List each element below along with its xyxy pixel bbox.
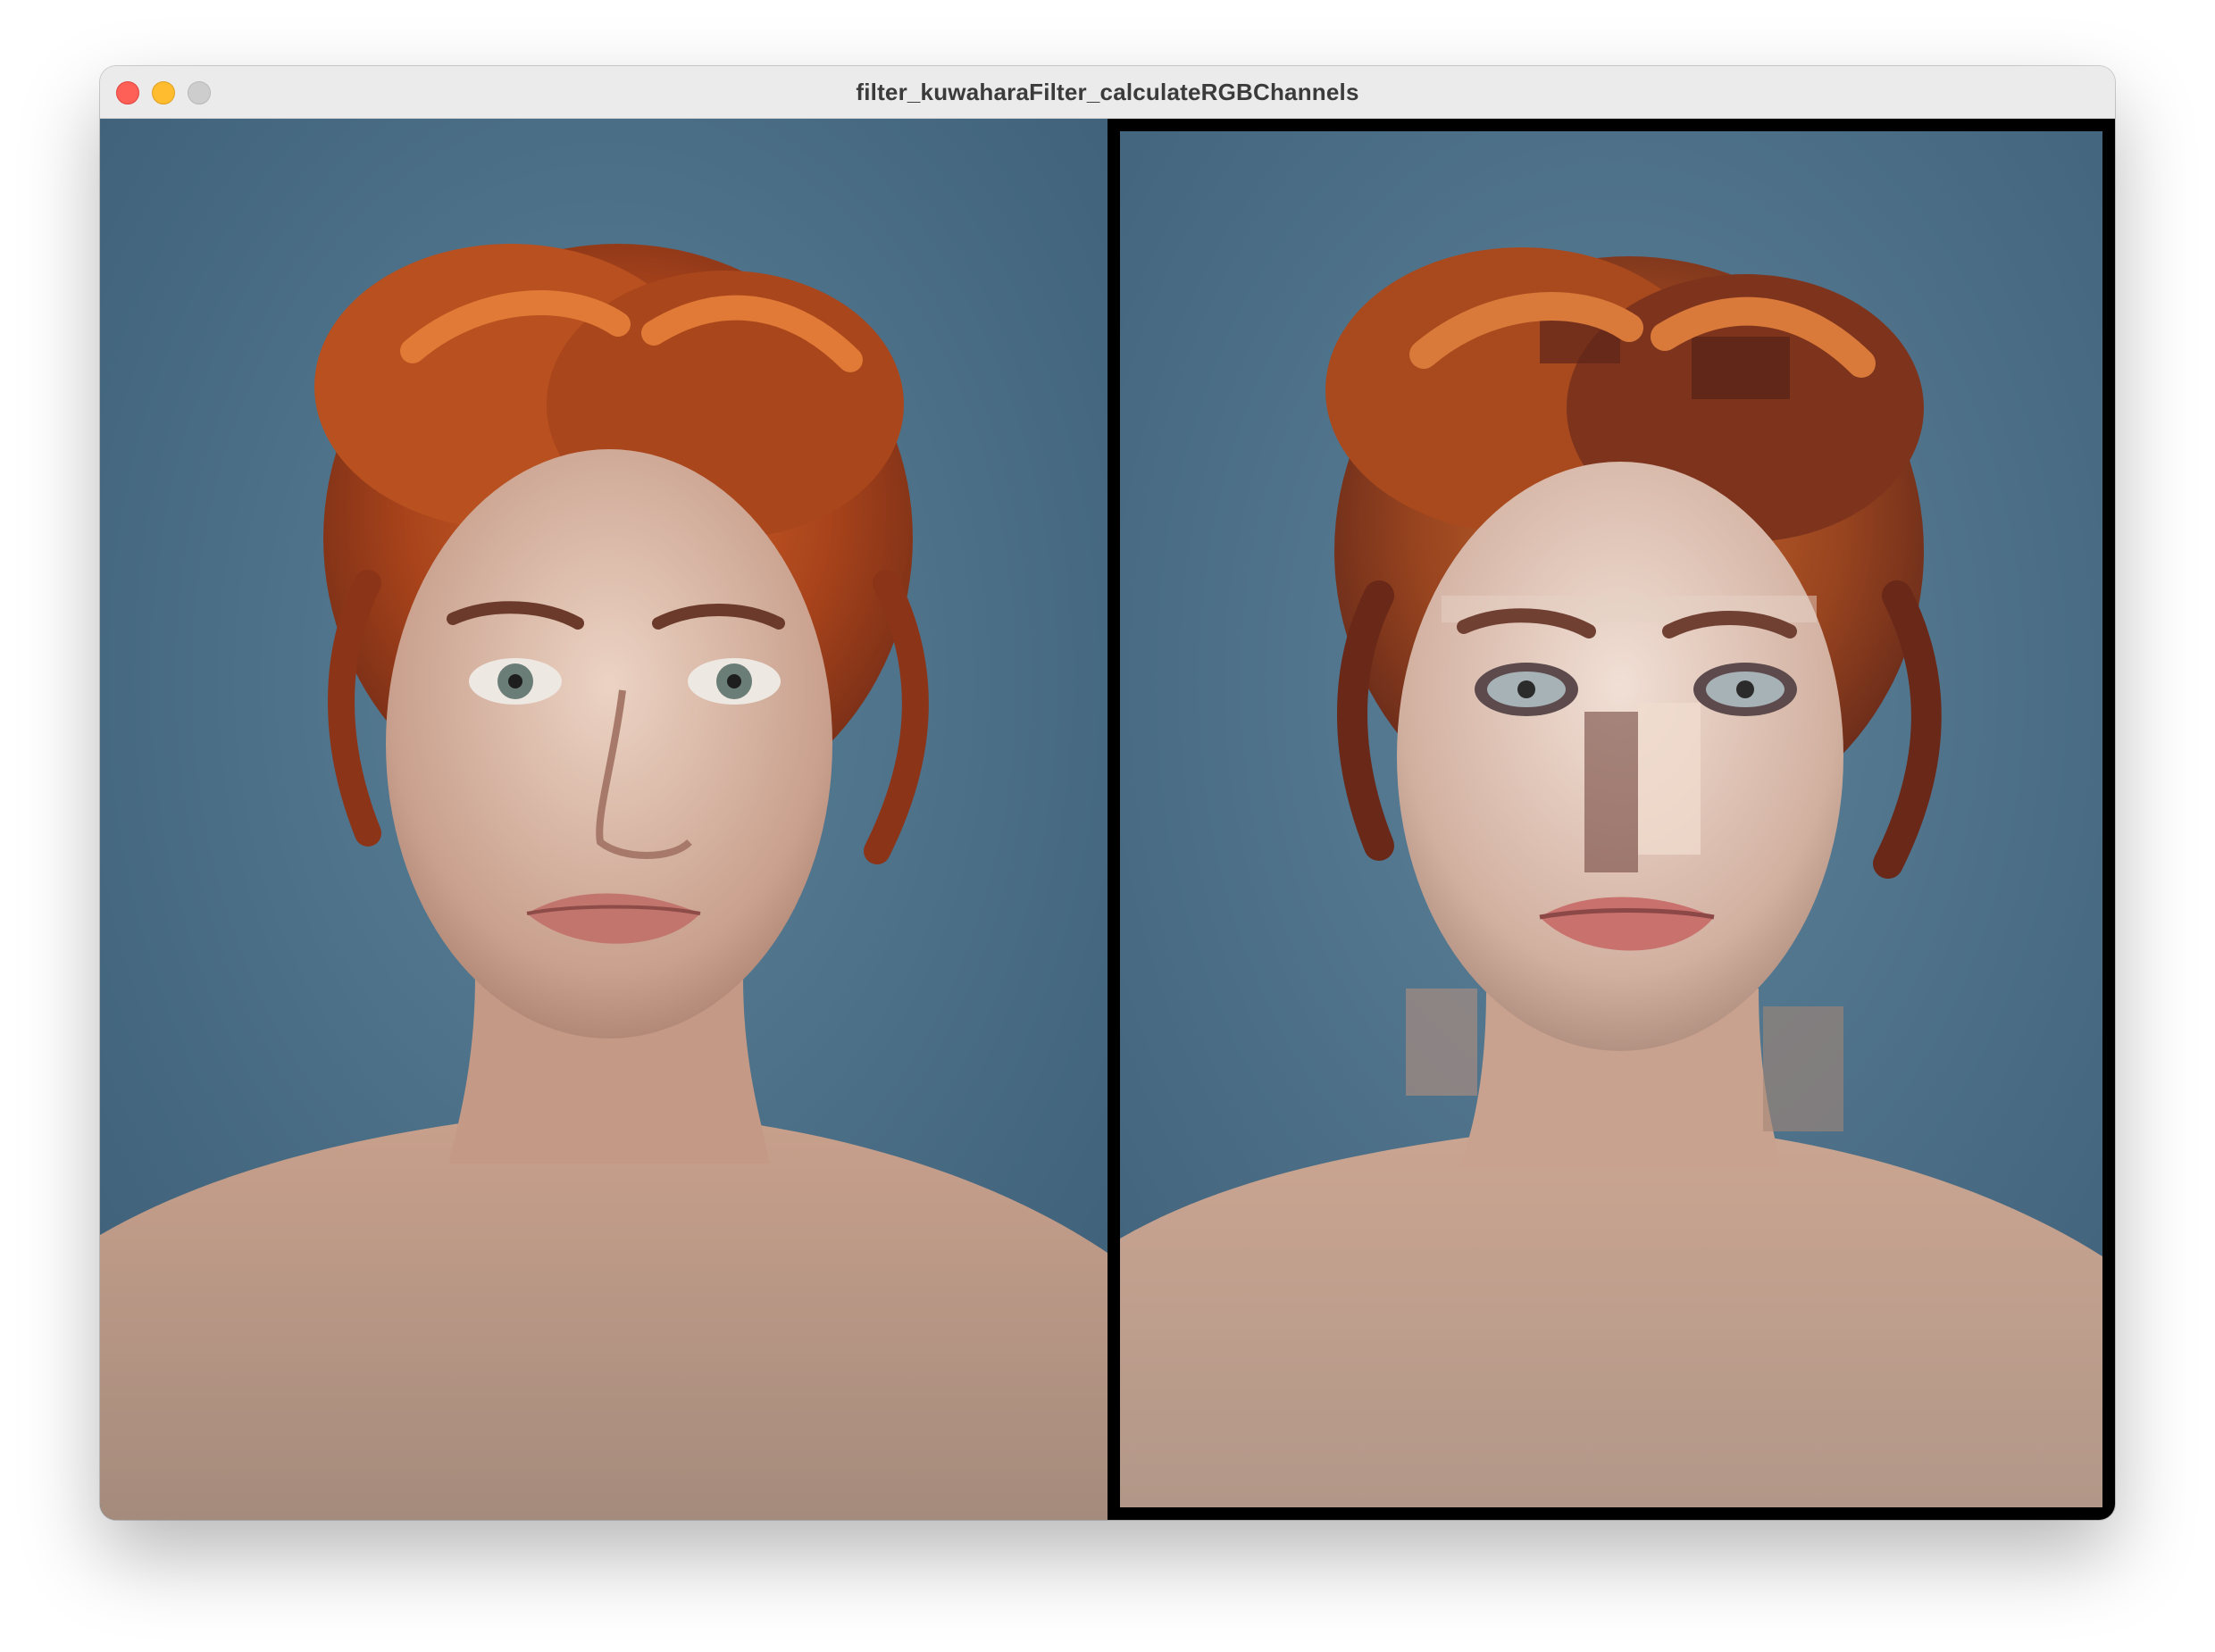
window-title: filter_kuwaharaFilter_calculateRGBChanne… xyxy=(856,79,1359,105)
canvas-area xyxy=(100,119,2115,1520)
title-bar[interactable]: filter_kuwaharaFilter_calculateRGBChanne… xyxy=(100,66,2115,119)
original-image-panel xyxy=(100,119,1108,1520)
filtered-image-panel xyxy=(1108,119,2115,1520)
filtered-portrait-image xyxy=(1120,131,2102,1507)
app-window: filter_kuwaharaFilter_calculateRGBChanne… xyxy=(100,66,2115,1520)
original-portrait-image xyxy=(100,119,1108,1520)
